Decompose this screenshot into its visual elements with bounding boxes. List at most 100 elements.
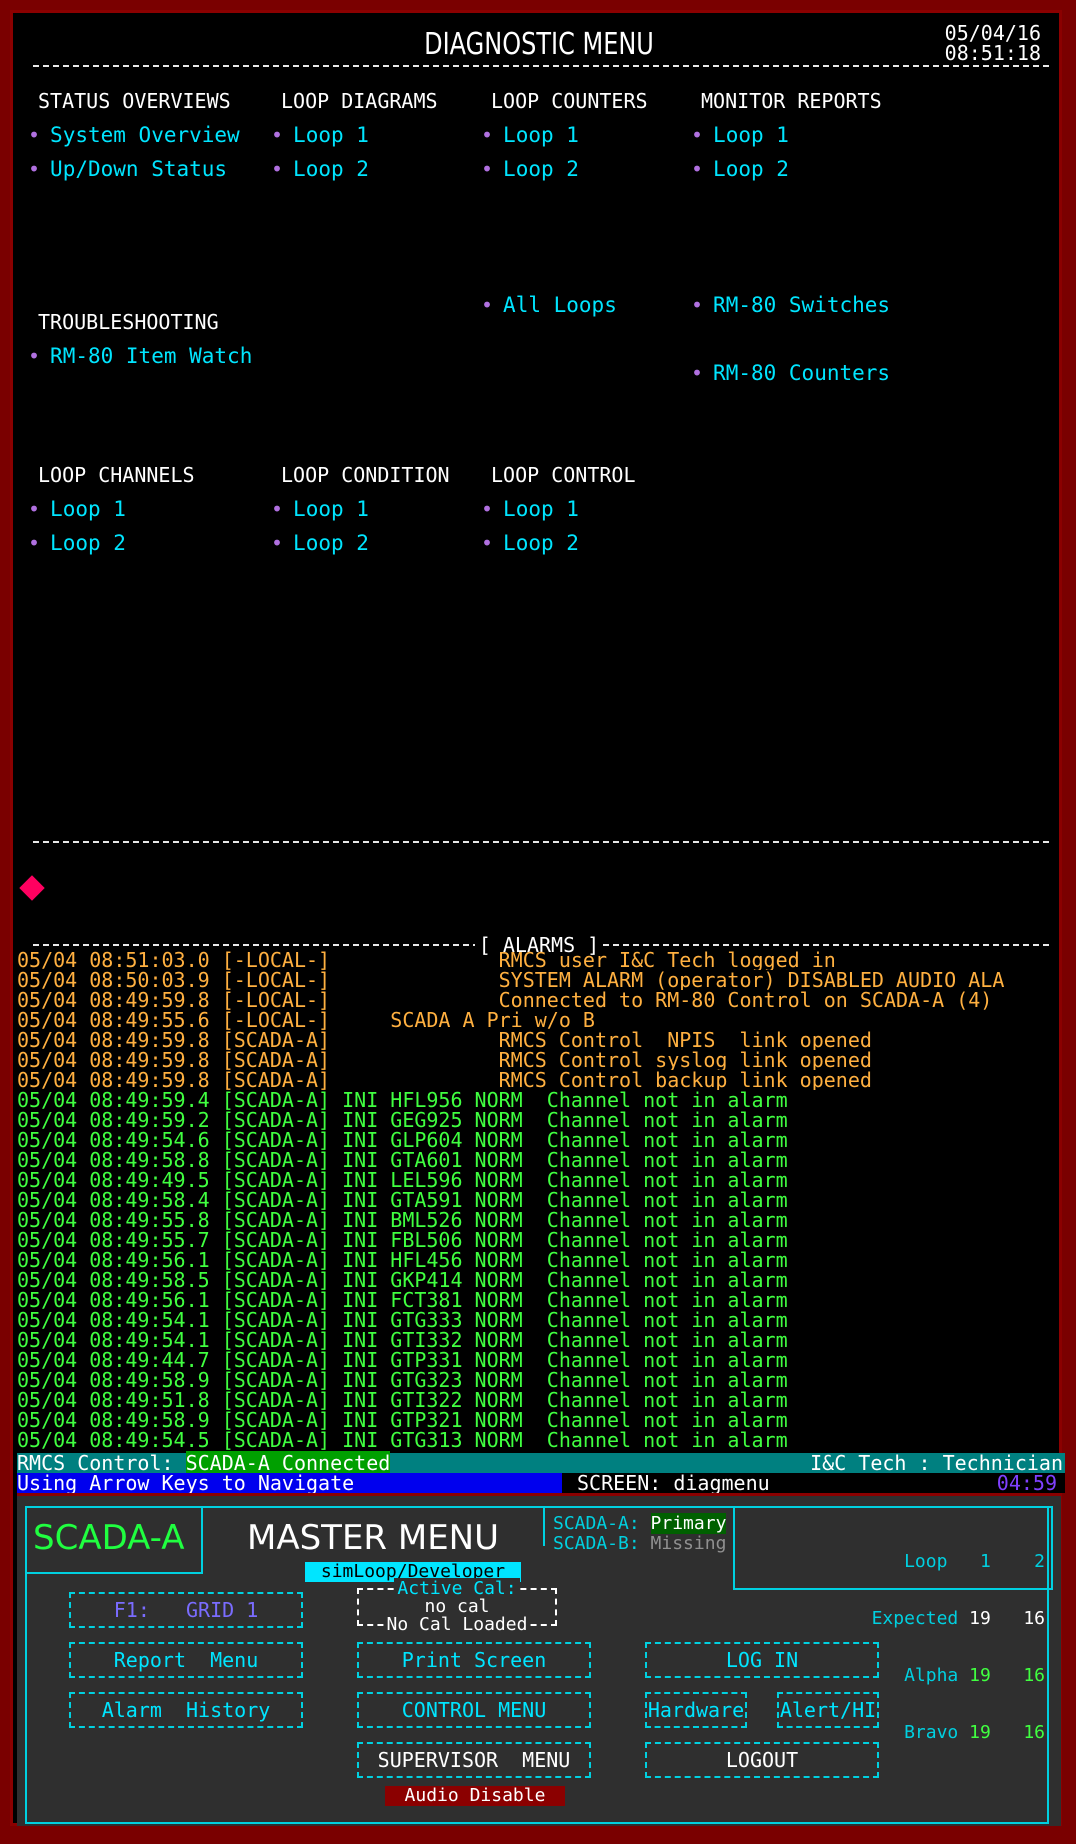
menu-rm80-item-watch[interactable]: • RM-80 Item Watch bbox=[28, 344, 252, 368]
menu-monitor-reports-2[interactable]: • Loop 2 bbox=[691, 157, 789, 181]
bullet-icon: • bbox=[691, 293, 704, 317]
report-menu-button[interactable]: Report Menu bbox=[69, 1642, 303, 1678]
menu-rm80-switches[interactable]: • RM-80 Switches bbox=[691, 293, 890, 317]
bullet-icon: • bbox=[481, 123, 494, 147]
alpha-loop-1: 19 bbox=[969, 1665, 991, 1686]
alarm-row: 05/04 08:49:55.6 [-LOCAL-] SCADA A Pri w… bbox=[17, 1010, 595, 1030]
alarm-row: 05/04 08:49:54.5 [SCADA-A] INI GTG313 NO… bbox=[17, 1430, 788, 1450]
print-screen-button[interactable]: Print Screen bbox=[357, 1642, 591, 1678]
menu-system-overview[interactable]: • System Overview bbox=[28, 123, 240, 147]
active-cal-status: No Cal Loaded bbox=[383, 1614, 531, 1635]
bullet-icon: • bbox=[481, 497, 494, 521]
alpha-loop-2: 16 bbox=[1023, 1665, 1045, 1686]
bullet-icon: • bbox=[271, 531, 284, 555]
master-menu-title: MASTER MENU bbox=[247, 1518, 499, 1558]
alarm-row: 05/04 08:49:59.8 [SCADA-A] RMCS Control … bbox=[17, 1070, 872, 1090]
bravo-label: Bravo bbox=[904, 1722, 959, 1743]
menu-loop-channels-1[interactable]: • Loop 1 bbox=[28, 497, 126, 521]
navigation-bar: Using Arrow Keys to Navigate SCREEN: dia… bbox=[17, 1473, 1065, 1493]
menu-loop-counters-2[interactable]: • Loop 2 bbox=[481, 157, 579, 181]
bullet-icon: • bbox=[28, 531, 41, 555]
supervisor-menu-button[interactable]: SUPERVISOR MENU bbox=[357, 1742, 591, 1778]
loop-label: Loop bbox=[904, 1551, 948, 1572]
menu-loop-control-2[interactable]: • Loop 2 bbox=[481, 531, 579, 555]
bullet-icon: • bbox=[28, 497, 41, 521]
cursor-diamond-icon bbox=[19, 875, 45, 901]
alarm-row: 05/04 08:49:51.8 [SCADA-A] INI GTI322 NO… bbox=[17, 1390, 788, 1410]
alarm-row: 05/04 08:49:59.8 [SCADA-A] RMCS Control … bbox=[17, 1030, 872, 1050]
bullet-icon: • bbox=[481, 531, 494, 555]
page-title: DIAGNOSTIC MENU bbox=[424, 27, 654, 62]
f1-grid-button[interactable]: F1: GRID 1 bbox=[69, 1592, 303, 1628]
logout-button[interactable]: LOGOUT bbox=[645, 1742, 879, 1778]
alarm-list[interactable]: 05/04 08:51:03.0 [-LOCAL-] RMCS user I&C… bbox=[17, 950, 1065, 1460]
menu-loop-condition-1[interactable]: • Loop 1 bbox=[271, 497, 369, 521]
alert-hi-button[interactable]: Alert/HI bbox=[777, 1692, 879, 1728]
menu-loop-control-1[interactable]: • Loop 1 bbox=[481, 497, 579, 521]
top-divider bbox=[33, 65, 1049, 67]
rmcs-status-bar: RMCS Control: SCADA-A Connected I&C Tech… bbox=[17, 1451, 1065, 1475]
alarm-row: 05/04 08:49:55.8 [SCADA-A] INI BML526 NO… bbox=[17, 1210, 788, 1230]
monitor-reports-header: MONITOR REPORTS bbox=[701, 89, 882, 113]
alarm-history-button[interactable]: Alarm History bbox=[69, 1692, 303, 1728]
alarm-row: 05/04 08:49:54.6 [SCADA-A] INI GLP604 NO… bbox=[17, 1130, 788, 1150]
master-menu-panel: SCADA-A MASTER MENU simLoop/Developer SC… bbox=[17, 1493, 1061, 1826]
scada-a-status: Primary bbox=[650, 1513, 727, 1534]
menu-updown-status[interactable]: • Up/Down Status bbox=[28, 157, 227, 181]
audio-disable-button[interactable]: Audio Disable bbox=[385, 1786, 565, 1806]
alarm-row: 05/04 08:49:56.1 [SCADA-A] INI HFL456 NO… bbox=[17, 1250, 788, 1270]
alarm-row: 05/04 08:49:58.5 [SCADA-A] INI GKP414 NO… bbox=[17, 1270, 788, 1290]
menu-loop-counters-1[interactable]: • Loop 1 bbox=[481, 123, 579, 147]
alarm-row: 05/04 08:49:59.2 [SCADA-A] INI GEG925 NO… bbox=[17, 1110, 788, 1130]
datetime: 05/04/16 08:51:18 bbox=[945, 23, 1041, 63]
log-in-button[interactable]: LOG IN bbox=[645, 1642, 879, 1678]
logged-in-user: I&C Tech : Technician bbox=[810, 1451, 1063, 1475]
alarm-row: 05/04 08:49:55.7 [SCADA-A] INI FBL506 NO… bbox=[17, 1230, 788, 1250]
loop-condition-header: LOOP CONDITION bbox=[281, 463, 450, 487]
alarm-row: 05/04 08:49:49.5 [SCADA-A] INI LEL596 NO… bbox=[17, 1170, 788, 1190]
bullet-icon: • bbox=[691, 361, 704, 385]
menu-loop-channels-2[interactable]: • Loop 2 bbox=[28, 531, 126, 555]
menu-loop-diagrams-2[interactable]: • Loop 2 bbox=[271, 157, 369, 181]
active-cal-box: Active Cal: no cal No Cal Loaded bbox=[357, 1578, 557, 1635]
bullet-icon: • bbox=[271, 157, 284, 181]
station-name: SCADA-A bbox=[33, 1518, 185, 1558]
alarm-row: 05/04 08:49:59.4 [SCADA-A] INI HFL956 NO… bbox=[17, 1090, 788, 1110]
alarm-row: 05/04 08:49:59.8 [-LOCAL-] Connected to … bbox=[17, 990, 993, 1010]
screen-name: SCREEN: diagmenu bbox=[577, 1471, 770, 1495]
alarm-row: 05/04 08:49:54.1 [SCADA-A] INI GTG333 NO… bbox=[17, 1310, 788, 1330]
hardware-button[interactable]: Hardware bbox=[645, 1692, 747, 1728]
menu-loop-diagrams-1[interactable]: • Loop 1 bbox=[271, 123, 369, 147]
station-box: SCADA-A bbox=[25, 1506, 203, 1574]
menu-rm80-counters[interactable]: • RM-80 Counters bbox=[691, 361, 890, 385]
bravo-loop-2: 16 bbox=[1023, 1722, 1045, 1743]
session-timer: 04:59 bbox=[996, 1471, 1057, 1495]
alarm-row: 05/04 08:50:03.9 [-LOCAL-] SYSTEM ALARM … bbox=[17, 970, 1005, 990]
scada-b-status: Missing bbox=[650, 1533, 727, 1554]
bullet-icon: • bbox=[28, 123, 41, 147]
expected-loop-2: 16 bbox=[1023, 1608, 1045, 1629]
menu-loop-condition-2[interactable]: • Loop 2 bbox=[271, 531, 369, 555]
expected-loop-1: 19 bbox=[969, 1608, 991, 1629]
alarm-row: 05/04 08:49:54.1 [SCADA-A] INI GTI332 NO… bbox=[17, 1330, 788, 1350]
alarm-row: 05/04 08:49:58.9 [SCADA-A] INI GTG323 NO… bbox=[17, 1370, 788, 1390]
date-display: 05/04/16 bbox=[944, 21, 1041, 45]
menu-bottom-divider bbox=[33, 841, 1049, 843]
bullet-icon: • bbox=[28, 157, 41, 181]
expected-label: Expected bbox=[871, 1608, 959, 1629]
bravo-loop-1: 19 bbox=[969, 1722, 991, 1743]
bullet-icon: • bbox=[481, 157, 494, 181]
bullet-icon: • bbox=[271, 123, 284, 147]
loop-control-header: LOOP CONTROL bbox=[491, 463, 636, 487]
scada-status: SCADA-A: Primary SCADA-B: Missing bbox=[553, 1513, 727, 1554]
scada-b-label: SCADA-B: bbox=[553, 1533, 640, 1554]
bullet-icon: • bbox=[481, 293, 494, 317]
alarm-row: 05/04 08:49:44.7 [SCADA-A] INI GTP331 NO… bbox=[17, 1350, 788, 1370]
control-menu-button[interactable]: CONTROL MENU bbox=[357, 1692, 591, 1728]
diagnostic-screen: DIAGNOSTIC MENU 05/04/16 08:51:18 STATUS… bbox=[10, 10, 1065, 1826]
bullet-icon: • bbox=[28, 344, 41, 368]
menu-all-loops[interactable]: • All Loops bbox=[481, 293, 617, 317]
troubleshooting-header: TROUBLESHOOTING bbox=[38, 310, 219, 334]
alarm-row: 05/04 08:49:59.8 [SCADA-A] RMCS Control … bbox=[17, 1050, 872, 1070]
menu-monitor-reports-1[interactable]: • Loop 1 bbox=[691, 123, 789, 147]
